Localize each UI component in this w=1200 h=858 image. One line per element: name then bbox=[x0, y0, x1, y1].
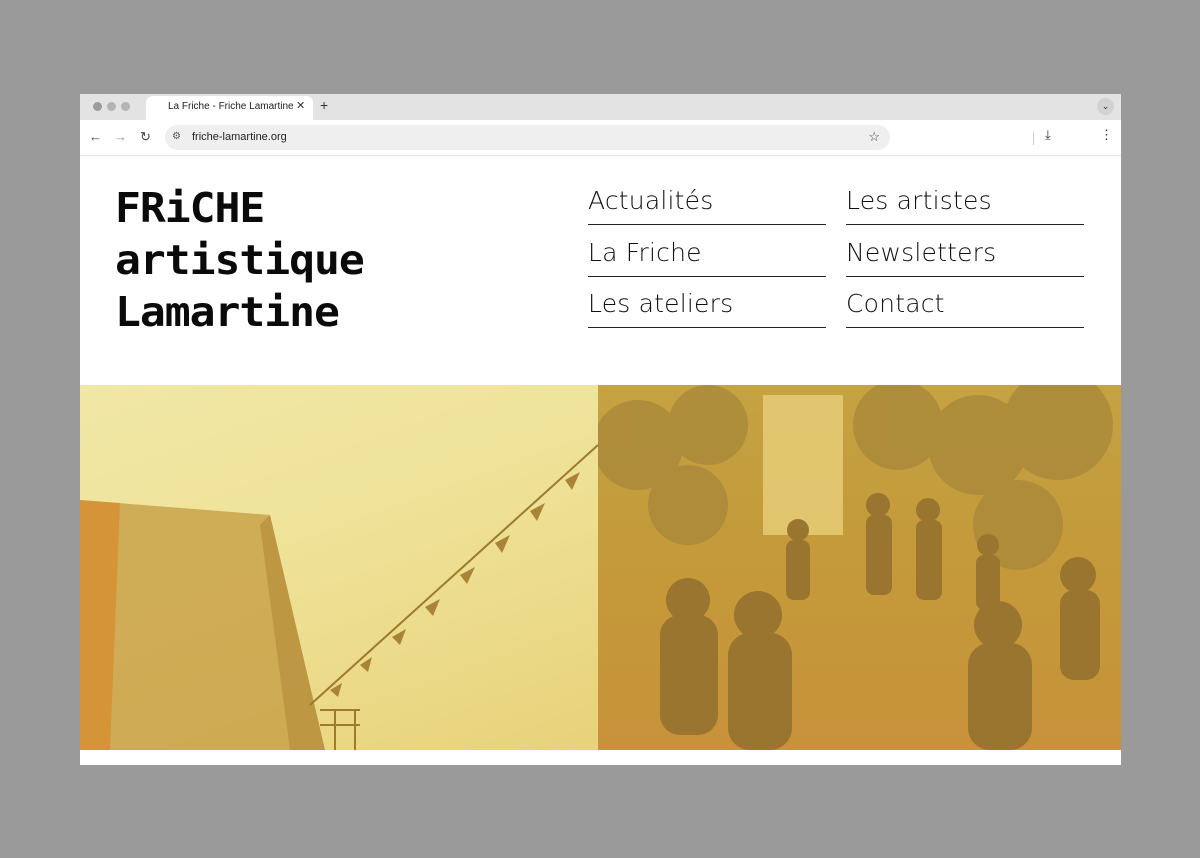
new-tab-button[interactable]: + bbox=[320, 97, 328, 113]
nav-link-actualites[interactable]: Actualités bbox=[588, 183, 826, 225]
tab-title: La Friche - Friche Lamartine bbox=[168, 101, 294, 112]
site-settings-icon[interactable]: ⚙ bbox=[172, 131, 181, 142]
logo-line: Lamartine bbox=[115, 288, 340, 336]
nav-link-les-ateliers[interactable]: Les ateliers bbox=[588, 286, 826, 328]
logo-line: FRiCHE bbox=[115, 184, 265, 232]
tab-strip: La Friche - Friche Lamartine ✕ + ⌄ bbox=[80, 94, 1121, 120]
bookmark-star-icon[interactable]: ☆ bbox=[868, 129, 880, 145]
url-text[interactable]: friche-lamartine.org bbox=[192, 131, 287, 143]
hero-photo-building-bunting bbox=[80, 385, 598, 750]
tab-close-icon[interactable]: ✕ bbox=[296, 99, 305, 112]
tab-search-icon[interactable]: ⌄ bbox=[1097, 98, 1114, 115]
building-bunting-illustration bbox=[80, 444, 598, 750]
browser-tab[interactable]: La Friche - Friche Lamartine ✕ bbox=[146, 96, 313, 120]
browser-window: La Friche - Friche Lamartine ✕ + ⌄ ← → ↻… bbox=[80, 94, 1121, 765]
address-bar[interactable]: ⚙ friche-lamartine.org ☆ bbox=[165, 125, 890, 150]
site-logo[interactable]: FRiCHE artistique Lamartine bbox=[115, 182, 365, 338]
forward-arrow-icon[interactable]: → bbox=[114, 129, 127, 144]
nav-link-les-artistes[interactable]: Les artistes bbox=[846, 183, 1084, 225]
nav-link-newsletters[interactable]: Newsletters bbox=[846, 235, 1084, 277]
minimize-window-button[interactable] bbox=[107, 102, 116, 111]
browser-toolbar: ← → ↻ ⚙ friche-lamartine.org ☆ ⤓ ⋮ bbox=[80, 120, 1121, 156]
web-page: FRiCHE artistique Lamartine Actualités L… bbox=[80, 157, 1121, 765]
logo-line: artistique bbox=[115, 236, 365, 284]
garden-gathering-illustration bbox=[598, 385, 1113, 750]
nav-link-contact[interactable]: Contact bbox=[846, 286, 1084, 328]
back-arrow-icon[interactable]: ← bbox=[89, 129, 102, 144]
close-window-button[interactable] bbox=[93, 102, 102, 111]
toolbar-divider bbox=[1033, 132, 1034, 145]
menu-kebab-icon[interactable]: ⋮ bbox=[1100, 127, 1113, 143]
reload-icon[interactable]: ↻ bbox=[140, 129, 151, 145]
nav-link-la-friche[interactable]: La Friche bbox=[588, 235, 826, 277]
hero-images bbox=[80, 385, 1121, 750]
maximize-window-button[interactable] bbox=[121, 102, 130, 111]
hero-photo-garden-gathering bbox=[598, 385, 1121, 750]
download-icon[interactable]: ⤓ bbox=[1045, 127, 1051, 143]
